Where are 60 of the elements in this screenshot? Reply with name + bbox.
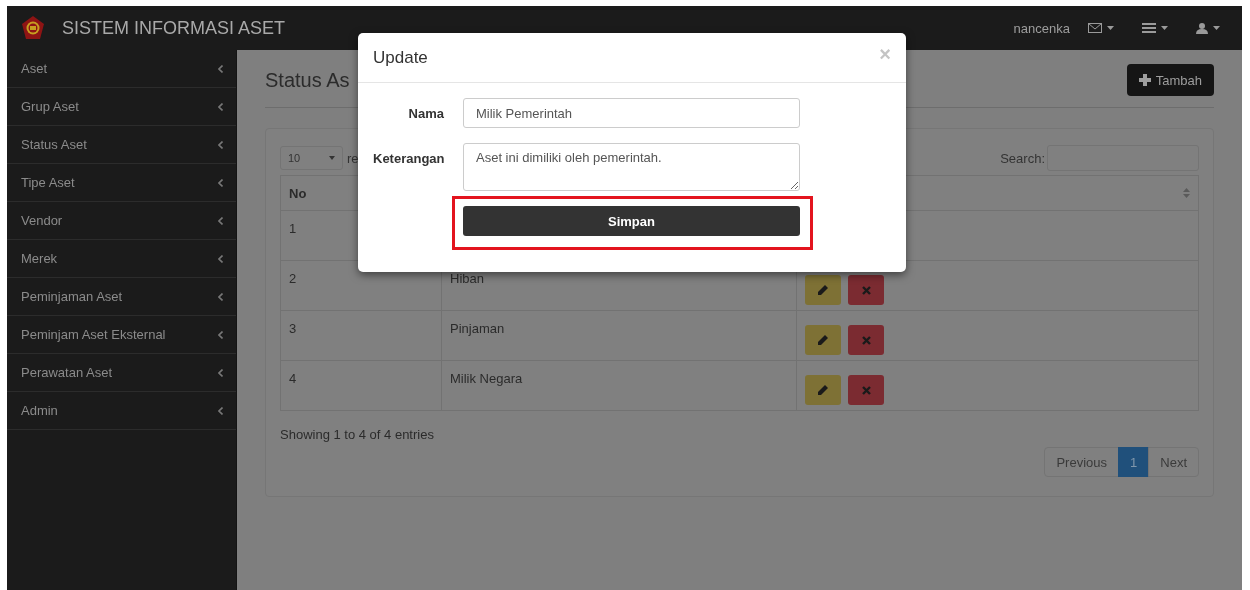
- field-label: Nama: [407, 105, 444, 123]
- edit-button[interactable]: [805, 325, 841, 355]
- sidebar-item[interactable]: Peminjaman Aset: [7, 278, 236, 316]
- chevron-icon: [218, 140, 223, 149]
- page-title: Status As: [265, 68, 350, 92]
- pencil-icon: [818, 385, 828, 395]
- chevron-icon: [218, 216, 223, 225]
- caret-icon: [1107, 26, 1114, 30]
- sidebar-item[interactable]: Aset: [7, 50, 236, 88]
- page-link[interactable]: 1: [1118, 447, 1150, 477]
- chevron-icon: [218, 368, 223, 377]
- page-length-select[interactable]: 10: [280, 146, 343, 170]
- username: nancenka: [1013, 20, 1070, 36]
- pencil-icon: [818, 335, 828, 345]
- app-title: SISTEM INFORMASI ASET: [62, 17, 286, 39]
- table-info: Showing 1 to 4 of 4 entries: [280, 427, 434, 442]
- modal-title: Update: [373, 48, 428, 68]
- close-icon: [861, 285, 871, 295]
- close-icon: [861, 385, 871, 395]
- sidebar-item[interactable]: Peminjam Aset Eksternal: [7, 316, 236, 354]
- sidebar-item[interactable]: Tipe Aset: [7, 164, 236, 202]
- chevron-icon: [218, 292, 223, 301]
- length-label: re: [347, 150, 359, 166]
- table-cell: Pinjaman: [450, 321, 505, 336]
- field-label: Keterangan: [373, 150, 444, 168]
- edit-button[interactable]: [805, 275, 841, 305]
- sidebar-item[interactable]: Vendor: [7, 202, 236, 240]
- table-cell: 3: [280, 310, 442, 361]
- add-button[interactable]: Tambah: [1126, 64, 1214, 96]
- sidebar-item[interactable]: Merek: [7, 240, 236, 278]
- chevron-icon: [218, 64, 223, 73]
- caret-icon: [1161, 26, 1168, 30]
- chevron-icon: [218, 406, 223, 415]
- table-cell: Hiban: [450, 271, 484, 286]
- plus-icon: [1138, 74, 1151, 86]
- sidebar-item[interactable]: Admin: [7, 392, 236, 430]
- table-cell: Milik Negara: [450, 371, 523, 386]
- chevron-icon: [218, 178, 223, 187]
- caret-icon: [1213, 26, 1220, 30]
- search-label: Search:: [1000, 150, 1045, 166]
- edit-button[interactable]: [805, 375, 841, 405]
- list-icon[interactable]: [1142, 23, 1156, 33]
- page-link[interactable]: Previous: [1044, 447, 1120, 477]
- logo-icon: [21, 15, 45, 41]
- pencil-icon: [818, 285, 828, 295]
- chevron-icon: [218, 330, 223, 339]
- name-input[interactable]: Milik Pemerintah: [463, 98, 800, 128]
- chevron-icon: [218, 102, 223, 111]
- close-icon: [861, 335, 871, 345]
- page-link[interactable]: Next: [1148, 447, 1199, 477]
- sidebar-item[interactable]: Status Aset: [7, 126, 236, 164]
- envelope-icon[interactable]: [1088, 23, 1102, 33]
- caret-icon: [329, 156, 335, 160]
- description-textarea[interactable]: Aset ini dimiliki oleh pemerintah.: [463, 143, 800, 191]
- save-button[interactable]: Simpan: [463, 206, 800, 236]
- sidebar-item[interactable]: Perawatan Aset: [7, 354, 236, 392]
- chevron-icon: [218, 254, 223, 263]
- sidebar-item[interactable]: Grup Aset: [7, 88, 236, 126]
- user-icon[interactable]: [1196, 22, 1208, 34]
- table-cell: 4: [280, 360, 442, 411]
